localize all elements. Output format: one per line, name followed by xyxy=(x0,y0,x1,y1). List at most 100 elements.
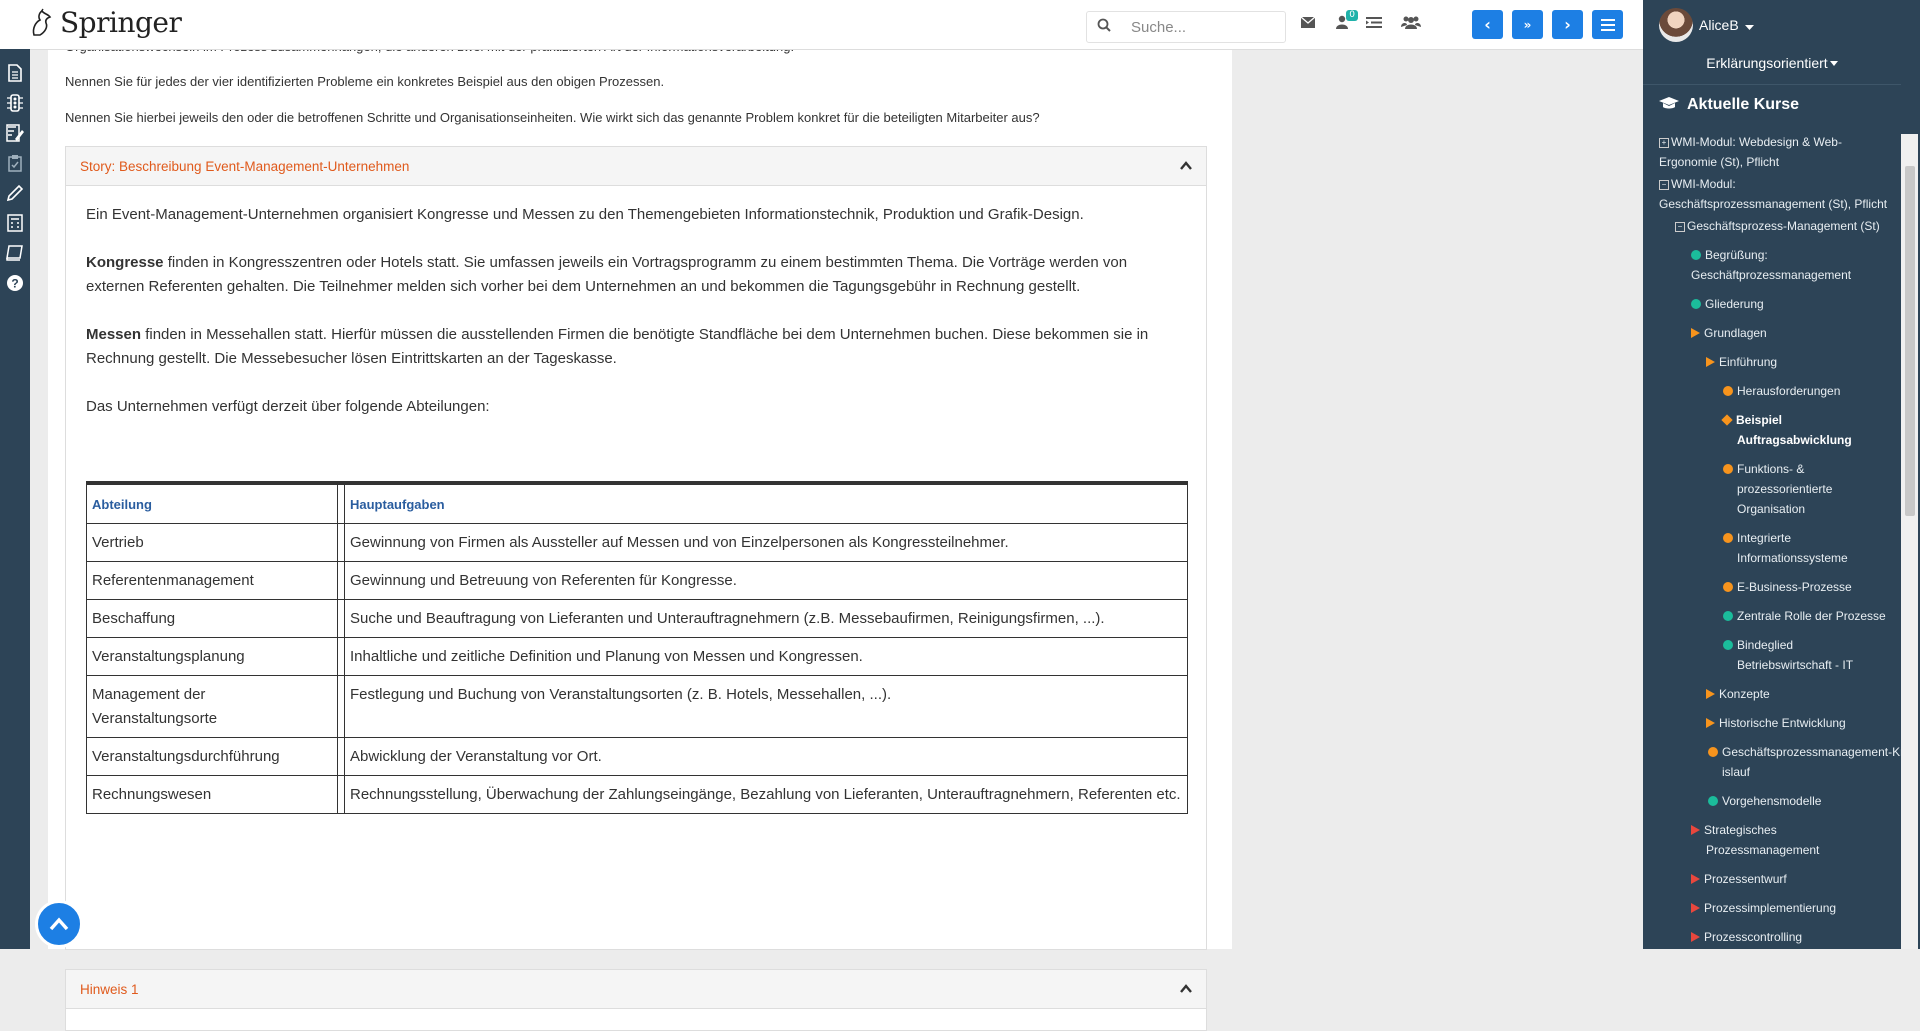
table-cell-hauptaufgaben: Abwicklung der Veranstaltung vor Ort. xyxy=(344,737,1188,776)
tree-item-gpm-course[interactable]: − Geschäftsprozess-Management (St) xyxy=(1675,216,1920,236)
scroll-down-button[interactable]: » xyxy=(1512,10,1543,39)
tree-item-einfuehrung[interactable]: Einführung xyxy=(1706,352,1896,372)
users-icon[interactable] xyxy=(1400,15,1422,33)
tree-item-grundlagen[interactable]: Grundlagen xyxy=(1691,323,1891,343)
status-dot-icon xyxy=(1723,386,1733,396)
tree-item-label: Konzepte xyxy=(1719,687,1770,701)
notification-badge: 0 xyxy=(1346,10,1358,21)
calculator-icon[interactable] xyxy=(4,212,26,234)
tree-item-label: Vorgehensmodelle xyxy=(1722,794,1822,808)
table-cell-hauptaufgaben: Gewinnung und Betreuung von Referenten f… xyxy=(344,561,1188,600)
document-icon[interactable] xyxy=(4,62,26,84)
tree-item-kreislauf[interactable]: Geschäftsprozessmanagement-Kreislauf xyxy=(1708,742,1912,782)
hamburger-menu-icon xyxy=(1600,18,1615,31)
tree-item-ebusiness[interactable]: E-Business-Prozesse xyxy=(1723,577,1898,597)
table-cell-gap xyxy=(337,637,345,676)
table-cell-abteilung: Management der Veranstaltungsorte xyxy=(86,675,338,738)
caret-down-icon xyxy=(1744,16,1754,35)
previous-button[interactable]: ‹ xyxy=(1472,10,1503,39)
story-panel-header[interactable]: Story: Beschreibung Event-Management-Unt… xyxy=(66,147,1206,186)
indent-list-icon[interactable] xyxy=(1364,15,1384,33)
tree-item-gpm-module[interactable]: − WMI-Modul: Geschäftsprozessmanagement (… xyxy=(1659,174,1904,214)
brand-name: Springer xyxy=(60,6,182,39)
table-row: Veranstaltungsplanung Inhaltliche und zei… xyxy=(86,637,1188,676)
tree-item-gliederung[interactable]: Gliederung xyxy=(1691,294,1891,314)
course-sidebar: AliceB Erklärungsorientiert Aktuelle Kur… xyxy=(1643,0,1920,949)
expand-triangle-icon xyxy=(1691,932,1700,942)
status-dot-icon xyxy=(1723,533,1733,543)
mode-selector[interactable]: Erklärungsorientiert xyxy=(1643,55,1901,71)
tree-item-begruessung[interactable]: Begrüßung: Geschäftprozessmanagement xyxy=(1691,245,1891,285)
status-dot-icon xyxy=(1708,796,1718,806)
tree-item-funktions[interactable]: Funktions- & prozessorientierte Organisa… xyxy=(1723,459,1872,519)
table-cell-hauptaufgaben: Gewinnung von Firmen als Aussteller auf … xyxy=(344,523,1188,562)
tree-item-webdesign[interactable]: + WMI-Modul: Webdesign & Web-Ergonomie (S… xyxy=(1659,132,1889,172)
traffic-light-icon[interactable] xyxy=(4,92,26,114)
table-cell-hauptaufgaben: Rechnungsstellung, Überwachung der Zahlu… xyxy=(344,775,1188,814)
tree-item-strategisches[interactable]: Strategisches Prozessmanagement xyxy=(1691,820,1846,860)
messen-paragraph: Messen finden in Messehallen statt. Hier… xyxy=(86,323,1188,371)
next-button[interactable]: › xyxy=(1552,10,1583,39)
edit-note-icon[interactable] xyxy=(4,122,26,144)
clipboard-check-icon[interactable] xyxy=(4,152,26,174)
tree-item-label: Prozessimplementierung xyxy=(1704,901,1837,915)
menu-button[interactable] xyxy=(1592,10,1623,39)
tree-item-label: Geschäftsprozessmanagement-Kreislauf xyxy=(1722,745,1911,779)
search-box[interactable] xyxy=(1086,11,1286,43)
tree-item-prozessentwurf[interactable]: Prozessentwurf xyxy=(1691,869,1891,889)
status-dot-icon xyxy=(1691,299,1701,309)
current-diamond-icon xyxy=(1721,414,1733,426)
table-row: Vertrieb Gewinnung von Firmen als Ausstel… xyxy=(86,523,1188,562)
tree-item-prozesscontrolling[interactable]: Prozesscontrolling xyxy=(1691,927,1891,947)
tree-item-beispiel-active[interactable]: Beispiel Auftragsabwicklung xyxy=(1721,410,1892,450)
table-header-hauptaufgaben: Hauptaufgaben xyxy=(344,482,1188,524)
tree-item-prozessimplementierung[interactable]: Prozessimplementierung xyxy=(1691,898,1891,918)
abteilungen-intro: Das Unternehmen verfügt derzeit über fol… xyxy=(86,398,490,415)
book-icon[interactable] xyxy=(4,242,26,264)
springer-logo[interactable]: Springer xyxy=(28,6,182,39)
tree-item-label: Geschäftsprozess-Management (St) xyxy=(1687,219,1880,233)
messen-text: finden in Messehallen statt. Hierfür müs… xyxy=(86,326,1149,367)
mode-label: Erklärungsorientiert xyxy=(1706,55,1828,71)
tree-item-label: WMI-Modul: Webdesign & Web-Ergonomie (St… xyxy=(1659,135,1842,169)
table-row: Referentenmanagement Gewinnung und Betreu… xyxy=(86,561,1188,600)
tree-item-bindeglied[interactable]: Bindeglied Betriebswirtschaft - IT xyxy=(1723,635,1882,675)
expand-triangle-icon xyxy=(1706,718,1715,728)
help-icon[interactable]: ? xyxy=(4,272,26,294)
expand-triangle-icon xyxy=(1706,689,1715,699)
table-cell-gap xyxy=(337,737,345,776)
status-dot-icon xyxy=(1723,464,1733,474)
tree-item-label: E-Business-Prozesse xyxy=(1737,580,1852,594)
search-input[interactable] xyxy=(1129,17,1283,37)
pencil-icon[interactable] xyxy=(4,182,26,204)
tree-item-zentrale-rolle[interactable]: Zentrale Rolle der Prozesse xyxy=(1723,606,1901,626)
user-menu[interactable]: AliceB xyxy=(1659,8,1754,42)
chevron-up-icon[interactable] xyxy=(1180,981,1192,997)
envelope-icon[interactable] xyxy=(1298,15,1318,33)
user-notification-icon[interactable]: 0 xyxy=(1332,10,1358,33)
status-dot-icon xyxy=(1691,250,1701,260)
tree-item-vorgehensmodelle[interactable]: Vorgehensmodelle xyxy=(1708,791,1898,811)
table-body: Vertrieb Gewinnung von Firmen als Ausstel… xyxy=(86,523,1188,814)
tree-item-integrierte[interactable]: Integrierte Informationssysteme xyxy=(1723,528,1887,568)
scroll-to-top-button[interactable] xyxy=(35,900,83,948)
table-cell-hauptaufgaben: Suche und Beauftragung von Lieferanten u… xyxy=(344,599,1188,638)
tree-item-label: Integrierte Informationssysteme xyxy=(1737,531,1848,565)
hint-panel-header[interactable]: Hinweis 1 xyxy=(66,970,1206,1009)
table-cell-abteilung: Vertrieb xyxy=(86,523,338,562)
tree-item-historische[interactable]: Historische Entwicklung xyxy=(1706,713,1896,733)
chevron-up-icon[interactable] xyxy=(1180,158,1192,174)
tree-item-label: Grundlagen xyxy=(1704,326,1767,340)
expand-triangle-icon xyxy=(1691,874,1700,884)
expand-plus-icon: + xyxy=(1659,138,1669,148)
left-tool-strip: ? xyxy=(0,0,30,949)
tree-item-konzepte[interactable]: Konzepte xyxy=(1706,684,1896,704)
springer-horse-icon xyxy=(32,8,52,36)
table-cell-abteilung: Veranstaltungsdurchführung xyxy=(86,737,338,776)
tree-item-herausforderungen[interactable]: Herausforderungen xyxy=(1723,381,1898,401)
table-header-row: Abteilung Hauptaufgaben xyxy=(86,482,1188,524)
story-intro: Ein Event-Management-Unternehmen organis… xyxy=(86,206,1084,223)
tree-item-label: WMI-Modul: Geschäftsprozessmanagement (S… xyxy=(1659,177,1888,211)
sidebar-scrollbar-thumb[interactable] xyxy=(1905,166,1915,516)
status-dot-icon xyxy=(1723,640,1733,650)
